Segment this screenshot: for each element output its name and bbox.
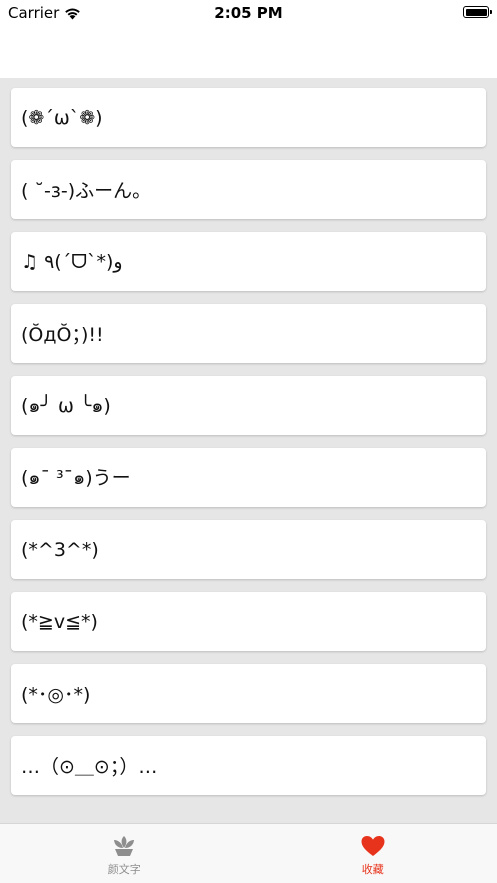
kaomoji-text: (*^3^*)	[21, 538, 99, 561]
kaomoji-text: …（⊙＿⊙；）…	[21, 756, 158, 778]
favorites-list: (❁´ω`❁) ( ˘-з-)ふーん。 ♫ ٩(ˊᗜˋ*)و (ŎдŎ；)!! …	[11, 88, 486, 808]
favorites-list-area[interactable]: (❁´ω`❁) ( ˘-з-)ふーん。 ♫ ٩(ˊᗜˋ*)و (ŎдŎ；)!! …	[0, 78, 497, 824]
list-item[interactable]: …（⊙＿⊙；）…	[11, 736, 486, 795]
list-item[interactable]: (*≧v≦*)	[11, 592, 486, 651]
list-item[interactable]: (*^3^*)	[11, 520, 486, 579]
kaomoji-text: (*≧v≦*)	[21, 610, 98, 633]
tab-bar: 颜文字 收藏	[0, 823, 497, 883]
kaomoji-text: (*･◎･*)	[21, 684, 91, 706]
status-bar: Carrier 2:05 PM	[0, 0, 497, 28]
kaomoji-text: (ŎдŎ；)!!	[21, 324, 104, 346]
status-time: 2:05 PM	[214, 4, 283, 22]
tab-kaomoji[interactable]: 颜文字	[0, 824, 249, 883]
navigation-bar	[0, 28, 497, 78]
list-item[interactable]: (❁´ω`❁)	[11, 88, 486, 147]
list-item[interactable]: (๑╯ ω ╰๑)	[11, 376, 486, 435]
tab-label: 颜文字	[107, 863, 141, 876]
list-item[interactable]: (ŎдŎ；)!!	[11, 304, 486, 363]
kaomoji-text: ( ˘-з-)ふーん。	[21, 180, 152, 202]
list-item[interactable]: ♫ ٩(ˊᗜˋ*)و	[11, 232, 486, 291]
lotus-icon	[114, 836, 135, 856]
tab-label: 收藏	[361, 863, 384, 876]
kaomoji-text: (❁´ω`❁)	[21, 106, 103, 129]
kaomoji-text: (๑╯ ω ╰๑)	[21, 394, 111, 417]
kaomoji-text: ♫ ٩(ˊᗜˋ*)و	[21, 250, 123, 273]
heart-icon	[361, 836, 385, 856]
battery-icon	[463, 6, 492, 18]
list-item[interactable]: (*･◎･*)	[11, 664, 486, 723]
tab-favorites[interactable]: 收藏	[249, 824, 497, 883]
list-item[interactable]: (๑¯ ³¯๑)うー	[11, 448, 486, 507]
kaomoji-text: (๑¯ ³¯๑)うー	[21, 466, 131, 489]
list-item[interactable]: ( ˘-з-)ふーん。	[11, 160, 486, 219]
